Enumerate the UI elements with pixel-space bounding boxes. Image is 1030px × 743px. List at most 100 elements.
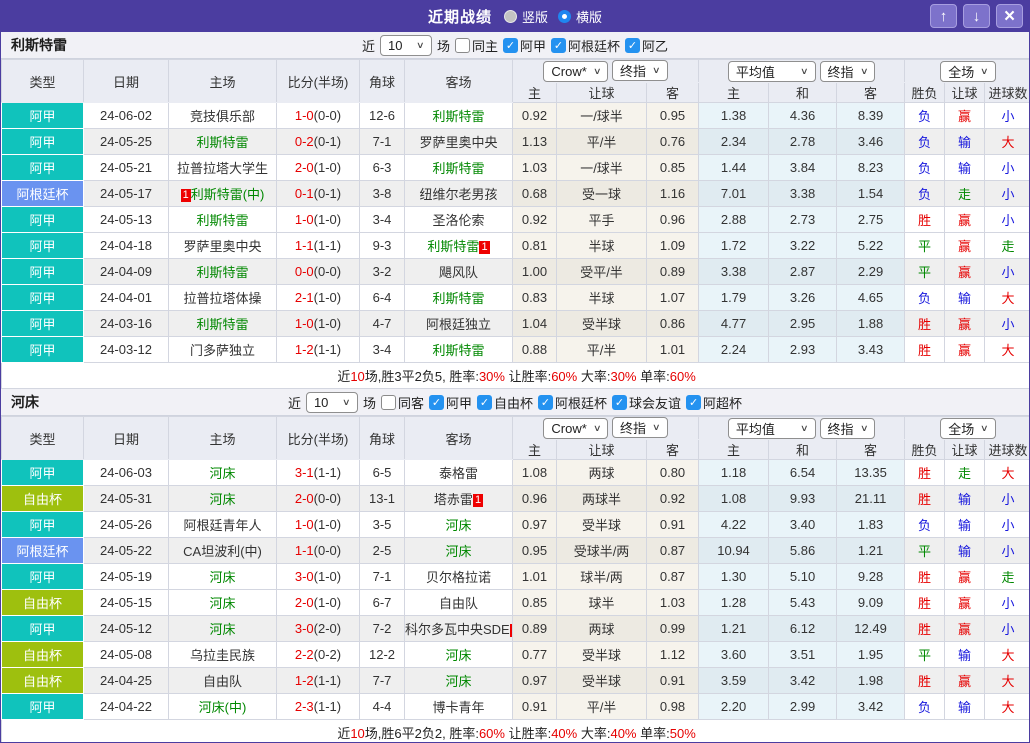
league-type-cell: 阿甲 [1, 154, 84, 181]
halftime-score: (1-0) [313, 212, 342, 227]
recent-count-select[interactable]: 10 ∨ [379, 34, 432, 56]
radio-label: 横版 [576, 9, 603, 25]
average-odds-cell: 9.09 [836, 589, 906, 616]
league-filter-checkbox-1[interactable]: ✓ [428, 394, 444, 410]
recent-count-select-value: 10 [313, 394, 329, 410]
average-odds-cell: 1.30 [698, 563, 770, 590]
result-cell: 大 [984, 128, 1029, 155]
match-row: 阿甲 24-05-26 阿根廷青年人 1-0(1-0) 3-5 河床 0.97 受半球 0.91… [1, 511, 1029, 538]
result-cell: 输 [944, 641, 986, 668]
venue-filter-checkbox-wrap[interactable]: 同客 [380, 393, 424, 412]
average-odds-cell: 1.08 [698, 485, 770, 512]
layout-radio-1[interactable]: 竖版 [503, 7, 548, 26]
halftime-score: (1-0) [313, 160, 342, 175]
close-button[interactable]: × [996, 4, 1023, 28]
bookmaker-select[interactable]: Crow* ∨ [543, 418, 609, 439]
sub-column-header: 客 [836, 82, 906, 103]
fulltime-score: 3-0 [294, 621, 314, 636]
odds-group-header: Crow* ∨ 终指 ∨ [511, 59, 700, 83]
team-cell: 圣洛伦索 [404, 206, 513, 233]
average-odds-cell: 4.65 [836, 284, 906, 311]
chevron-down-icon: ∨ [859, 422, 869, 433]
match-date: 24-05-26 [83, 511, 169, 538]
league-filter-checkbox-5[interactable]: ✓ [686, 394, 702, 410]
result-cell: 输 [944, 693, 986, 720]
halftime-score: (1-0) [313, 290, 342, 305]
handicap-odds-cell: 1.01 [512, 563, 557, 590]
handicap-odds-cell: 受半球 [556, 310, 647, 337]
halftime-score: (1-0) [313, 595, 342, 610]
result-cell: 胜 [904, 310, 946, 337]
league-filter-checkbox-1[interactable]: ✓ [503, 37, 518, 53]
score-cell: 0-2(0-1) [276, 128, 360, 155]
team-text: 飓风队 [438, 265, 478, 280]
team-text: 贝尔格拉诺 [425, 570, 491, 585]
final-odds-select-2[interactable]: 终指 ∨ [819, 417, 876, 439]
league-type-cell: 阿甲 [1, 511, 84, 538]
bookmaker-select-value: Crow* [551, 421, 587, 436]
league-filter-checkbox-2-wrap[interactable]: ✓ 自由杯 [477, 393, 533, 412]
average-select[interactable]: 平均值 ∨ [727, 417, 816, 439]
league-filter-checkbox-3-wrap[interactable]: ✓ 阿乙 [625, 36, 668, 55]
result-cell: 小 [984, 615, 1029, 642]
final-odds-select-2[interactable]: 终指 ∨ [819, 60, 876, 82]
league-filter-checkbox-2[interactable]: ✓ [477, 394, 492, 410]
sub-column-header: 让球 [556, 439, 647, 460]
league-filter-checkbox-5-label: 阿超杯 [703, 395, 743, 411]
league-filter-checkbox-2-label: 阿根廷杯 [568, 38, 621, 54]
fulltime-score: 1-0 [294, 316, 314, 331]
corners-cell: 6-5 [359, 459, 405, 486]
league-filter-checkbox-4[interactable]: ✓ [612, 394, 628, 410]
result-cell: 胜 [904, 667, 946, 694]
league-filter-checkbox-1-wrap[interactable]: ✓ 阿甲 [428, 393, 472, 412]
match-date: 24-04-09 [83, 258, 169, 285]
average-odds-cell: 2.29 [836, 258, 906, 285]
average-odds-cell: 7.01 [698, 180, 770, 207]
league-filter-checkbox-5-wrap[interactable]: ✓ 阿超杯 [686, 393, 742, 412]
fulltime-select[interactable]: 全场 ∨ [940, 417, 996, 439]
venue-filter-checkbox-wrap[interactable]: 同主 [454, 36, 498, 55]
result-cell: 输 [944, 511, 986, 538]
team-name: 利斯特雷 [11, 37, 67, 53]
layout-radio-2[interactable]: 横版 [558, 7, 602, 26]
match-row: 阿甲 24-06-03 河床 3-1(1-1) 6-5 泰格雷 1.08 两球 0.80 1.18… [1, 459, 1029, 486]
final-odds-select[interactable]: 终指 ∨ [612, 60, 668, 81]
recent-count-select[interactable]: 10 ∨ [305, 391, 358, 413]
halftime-score: (1-0) [313, 517, 342, 532]
match-row: 阿甲 24-04-18 罗萨里奥中央 1-1(1-1) 9-3 利斯特雷 1 0.81 半球 1.… [1, 232, 1029, 259]
league-filter-checkbox-3[interactable]: ✓ [625, 37, 641, 53]
league-filter-checkbox-3[interactable]: ✓ [538, 394, 554, 410]
corners-cell: 3-5 [359, 511, 405, 538]
average-odds-cell: 6.12 [768, 615, 838, 642]
team-text: 河床 [209, 622, 236, 637]
league-filter-checkbox-3-wrap[interactable]: ✓ 阿根廷杯 [538, 393, 607, 412]
summary-row: 近10场,胜3平2负5, 胜率:30% 让胜率:60% 大率:30% 单率:60… [1, 362, 1029, 389]
venue-filter-checkbox[interactable] [454, 37, 470, 53]
team-cell: 塔赤雷 1 [404, 485, 513, 512]
league-filter-checkbox-4-wrap[interactable]: ✓ 球会友谊 [612, 393, 681, 412]
move-down-button[interactable]: ↓ [963, 4, 990, 28]
average-odds-cell: 3.22 [768, 232, 838, 259]
final-odds-select[interactable]: 终指 ∨ [612, 417, 668, 438]
summary-segment: 场,胜3平2负5, 胜率: [364, 369, 479, 384]
bookmaker-select[interactable]: Crow* ∨ [543, 61, 609, 82]
league-filter-checkbox-2[interactable]: ✓ [551, 37, 567, 53]
average-odds-cell: 3.38 [698, 258, 770, 285]
sub-column-header: 主 [698, 439, 770, 460]
result-cell: 大 [984, 284, 1029, 311]
team-text: 河床 [445, 518, 472, 533]
venue-filter-checkbox[interactable] [380, 394, 396, 410]
move-up-button[interactable]: ↑ [930, 4, 957, 28]
halftime-score: (1-1) [313, 673, 342, 688]
fulltime-select[interactable]: 全场 ∨ [940, 60, 996, 82]
sub-column-header: 胜负 [904, 439, 946, 460]
team-cell: 利斯特雷 [404, 102, 513, 129]
team-cell: 河床 [404, 641, 513, 668]
corners-cell: 7-1 [359, 128, 405, 155]
league-filter-checkbox-2-wrap[interactable]: ✓ 阿根廷杯 [551, 36, 620, 55]
team-text: 圣洛伦索 [432, 213, 485, 228]
average-select[interactable]: 平均值 ∨ [727, 60, 816, 82]
score-cell: 1-0(1-0) [276, 511, 360, 538]
league-filter-checkbox-1-wrap[interactable]: ✓ 阿甲 [503, 36, 546, 55]
average-odds-cell: 3.26 [768, 284, 838, 311]
